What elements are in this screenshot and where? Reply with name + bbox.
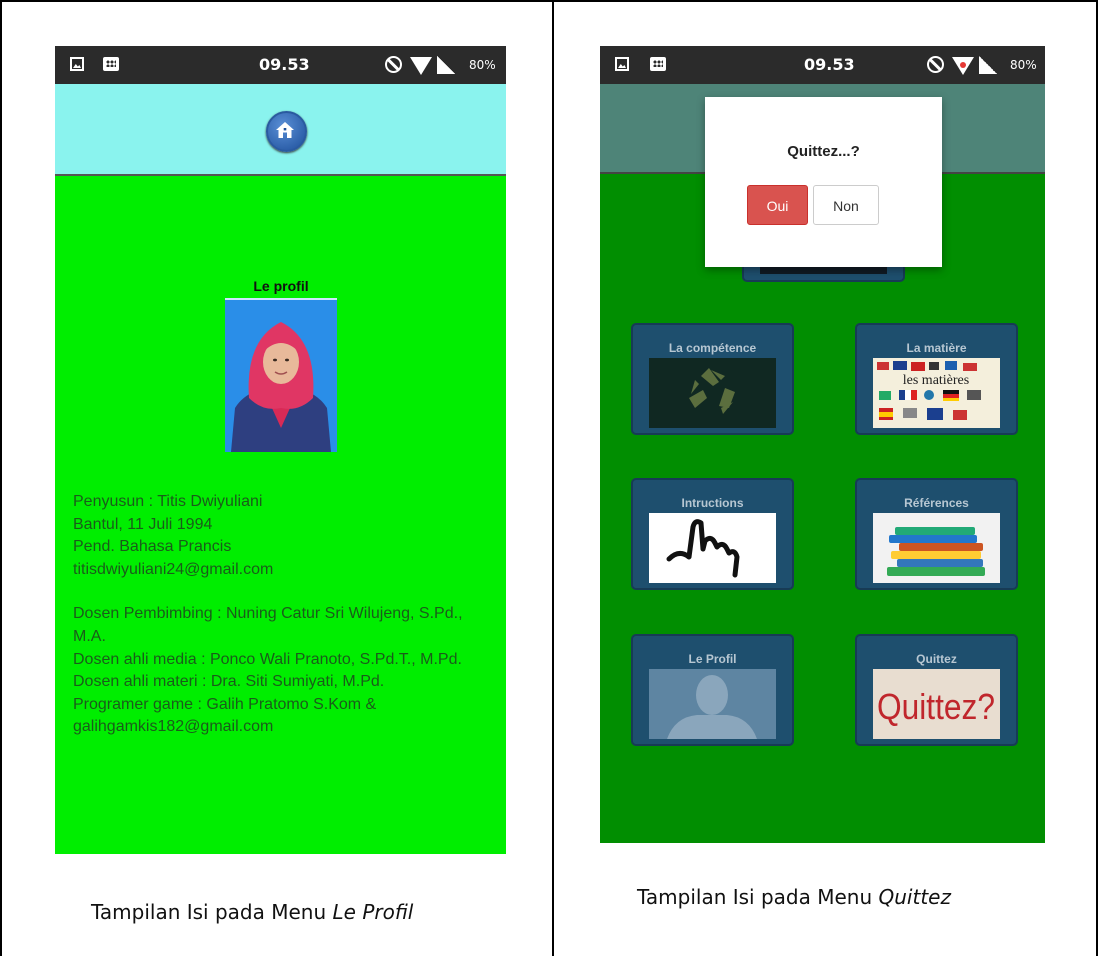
status-time: 09.53 [804,55,855,74]
app-header [55,84,506,176]
menu-card-matiere[interactable]: La matière les matières [855,323,1018,435]
do-not-disturb-icon [927,56,944,73]
right-caption: Tampilan Isi pada Menu Quittez [637,885,951,909]
profile-line: titisdwiyuliani24@gmail.com [73,560,274,578]
recycle-icon [649,358,776,428]
profile-line: Penyusun : Titis Dwiyuliani [73,493,263,510]
menu-label: Intructions [681,496,744,510]
dialog-question: Quittez...? [787,143,860,160]
hidden-menu-card [742,266,905,282]
signal-icon [979,56,997,74]
caption-text: Tampilan Isi pada Menu [637,885,879,909]
profile-line: M.A. [73,627,106,645]
bbm-icon [103,57,119,71]
profile-details: Penyusun : Titis Dwiyuliani Bantul, 11 J… [73,491,503,739]
profile-line: Bantul, 11 Juli 1994 [73,515,213,533]
menu-label: Références [904,496,969,510]
quit-dialog: Quittez...? Oui Non [705,97,942,267]
profile-line: Dosen ahli materi : Dra. Siti Sumiyati, … [73,673,385,691]
frame-top-border [0,0,1098,2]
wifi-icon [410,57,432,75]
matiere-image-text: les matières [903,373,969,388]
profile-line: Programer game : Galih Pratomo S.Kom & [73,695,377,713]
menu-label: Quittez [916,652,957,666]
caption-italic: Le Profil [332,900,414,924]
home-icon [276,122,294,138]
status-time: 09.53 [259,55,310,74]
non-button[interactable]: Non [813,185,879,225]
wifi-icon [952,57,974,75]
do-not-disturb-icon [385,56,402,73]
profile-line: Dosen Pembimbing : Nuning Catur Sri Wilu… [73,605,463,623]
frame-left-border [0,0,2,956]
left-caption: Tampilan Isi pada Menu Le Profil [91,900,413,924]
quittez-icon: Quittez? [873,669,1000,739]
menu-card-instructions[interactable]: Intructions [631,478,794,590]
frame-divider [552,0,554,956]
person-silhouette-icon [649,669,776,739]
battery-percent: 80% [1010,58,1037,72]
profile-title: Le profil [253,278,309,294]
menu-card-quittez[interactable]: Quittez Quittez? [855,634,1018,746]
profile-screen: 09.53 80% Le profil Penyusun : Titis Dwi… [55,46,506,854]
caption-italic: Quittez [878,885,951,909]
bbm-icon [650,57,666,71]
gallery-icon [70,57,84,71]
profile-photo [225,300,337,452]
books-icon [873,513,1000,583]
profile-line: Pend. Bahasa Prancis [73,538,232,556]
hand-pointer-icon [649,513,776,583]
menu-label: La compétence [668,341,757,355]
oui-button[interactable]: Oui [747,185,808,225]
status-bar: 09.53 80% [55,46,506,84]
menu-label: La matière [906,341,967,355]
menu-card-references[interactable]: Références [855,478,1018,590]
gallery-icon [615,57,629,71]
profile-line: galihgamkis182@gmail.com [73,718,274,736]
home-button[interactable] [266,111,307,152]
menu-card-le-profil[interactable]: Le Profil [631,634,794,746]
signal-icon [437,56,455,74]
quittez-image-text: Quittez? [877,686,995,727]
menu-label: Le Profil [688,652,737,666]
quit-screen: 09.53 80% La compétence La matière les m… [600,46,1045,843]
flags-icon: les matières [873,358,1000,428]
status-bar: 09.53 80% [600,46,1045,84]
profile-line: Dosen ahli media : Ponco Wali Pranoto, S… [73,650,462,668]
caption-text: Tampilan Isi pada Menu [91,900,333,924]
battery-percent: 80% [469,58,496,72]
menu-card-competence[interactable]: La compétence [631,323,794,435]
